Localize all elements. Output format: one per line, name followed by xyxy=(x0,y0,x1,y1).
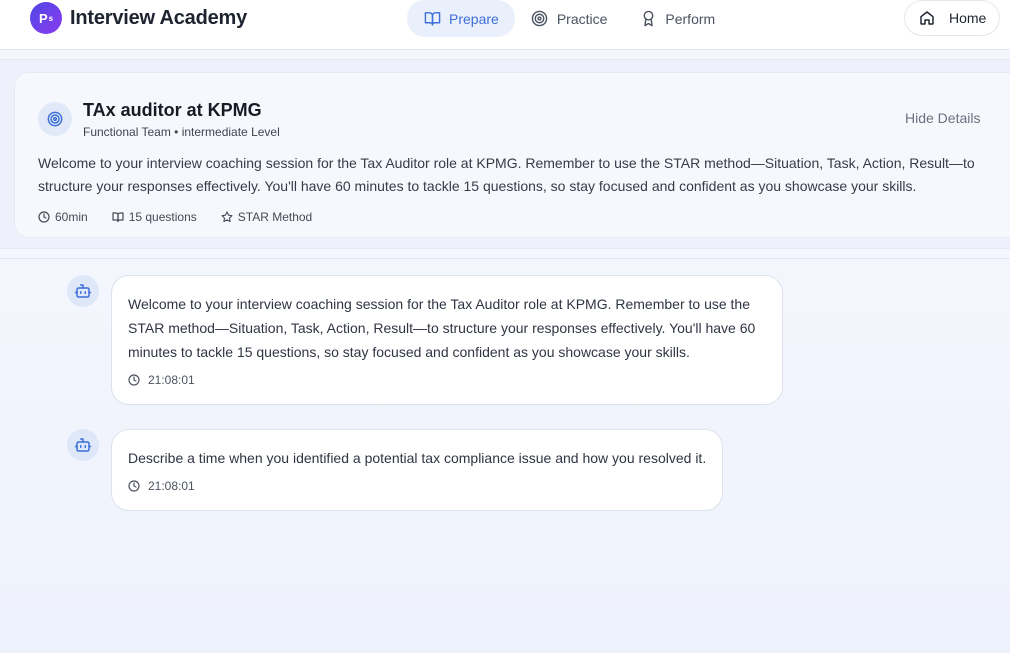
message-timestamp: 21:08:01 xyxy=(128,479,195,493)
session-title: TAx auditor at KPMG xyxy=(83,100,262,120)
app-name: Interview Academy xyxy=(70,6,248,29)
meta-method: STAR Method xyxy=(221,210,312,224)
bot-avatar-icon xyxy=(67,275,99,307)
target-icon xyxy=(38,102,72,136)
bot-avatar-icon xyxy=(67,429,99,461)
brand-logo: Ps xyxy=(30,2,62,34)
book-open-icon xyxy=(112,211,124,223)
hide-details-button[interactable]: Hide Details xyxy=(905,110,980,126)
session-subtitle: Functional Team • intermediate Level xyxy=(83,125,280,139)
nav-perform-label: Perform xyxy=(665,10,716,27)
brand[interactable]: Ps Interview Academy xyxy=(30,2,247,34)
message-timestamp: 21:08:01 xyxy=(128,373,195,387)
clock-icon xyxy=(128,480,140,492)
meta-questions: 15 questions xyxy=(112,210,197,224)
book-open-icon xyxy=(423,10,441,28)
chat-area: Welcome to your interview coaching sessi… xyxy=(0,258,1010,653)
session-details-card: TAx auditor at KPMG Functional Team • in… xyxy=(14,72,1010,238)
nav-perform[interactable]: Perform xyxy=(623,0,731,37)
session-details-section: TAx auditor at KPMG Functional Team • in… xyxy=(0,59,1010,249)
clock-icon xyxy=(38,211,50,223)
nav-practice-label: Practice xyxy=(556,10,608,27)
home-icon xyxy=(919,10,935,26)
top-navigation-bar: Ps Interview Academy Prepare Practice Pe… xyxy=(0,0,1010,50)
home-button-label: Home xyxy=(949,10,987,26)
nav-prepare-label: Prepare xyxy=(449,10,499,27)
main-nav: Prepare Practice Perform xyxy=(407,0,731,37)
home-button[interactable]: Home xyxy=(904,0,1000,36)
star-icon xyxy=(221,211,233,223)
message-text: Describe a time when you identified a po… xyxy=(128,450,707,466)
session-description: Welcome to your interview coaching sessi… xyxy=(38,155,975,194)
session-meta: 60min 15 questions STAR Method xyxy=(38,210,336,224)
meta-duration: 60min xyxy=(38,210,88,224)
nav-practice[interactable]: Practice xyxy=(515,0,624,37)
clock-icon xyxy=(128,374,140,386)
chat-message: Welcome to your interview coaching sessi… xyxy=(111,275,783,405)
nav-prepare[interactable]: Prepare xyxy=(407,0,515,37)
message-text: Welcome to your interview coaching sessi… xyxy=(128,296,756,360)
award-icon xyxy=(639,10,657,28)
target-icon xyxy=(531,10,549,28)
chat-message: Describe a time when you identified a po… xyxy=(111,429,723,511)
